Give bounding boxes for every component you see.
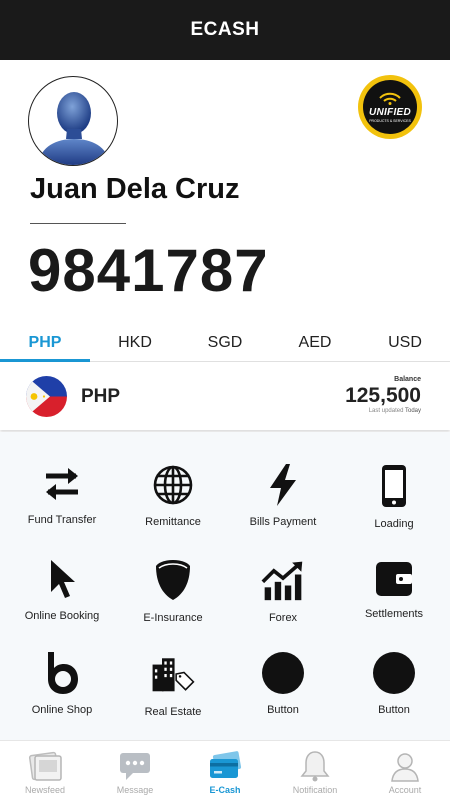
tile-label: Button <box>267 704 299 716</box>
wallet-icon <box>372 558 416 598</box>
shield-icon <box>151 558 195 602</box>
nav-message[interactable]: Message <box>90 741 180 800</box>
tile-label: Settlements <box>364 608 424 620</box>
nav-label: Notification <box>292 785 338 795</box>
message-bubble-icon <box>117 749 153 783</box>
bottom-navigation: Newsfeed Message E-Cash Notification Acc… <box>0 740 450 800</box>
name-divider <box>30 223 126 224</box>
user-name: Juan Dela Cruz <box>30 173 240 205</box>
nav-label: E-Cash <box>209 785 241 795</box>
generic-button-2[interactable]: Button <box>338 620 450 716</box>
transfer-arrows-icon <box>40 464 84 504</box>
nav-newsfeed[interactable]: Newsfeed <box>0 741 90 800</box>
app-screen: ECASH UNIFIED PRODUCTS & SERVICES Juan D… <box>0 0 450 800</box>
newsfeed-icon <box>27 749 63 783</box>
mobile-phone-icon <box>372 464 416 508</box>
profile-section: UNIFIED PRODUCTS & SERVICES Juan Dela Cr… <box>0 60 450 330</box>
circle-icon <box>372 652 416 694</box>
page-title: ECASH <box>190 19 260 40</box>
globe-icon <box>151 464 195 506</box>
wifi-icon <box>379 92 401 105</box>
online-booking-button[interactable]: Online Booking <box>6 526 118 622</box>
forex-button[interactable]: Forex <box>227 526 339 624</box>
balance-card[interactable]: PHP Balance 125,500 Last updated Today <box>0 362 450 430</box>
tab-aed[interactable]: AED <box>270 324 360 362</box>
circle-icon <box>261 652 305 694</box>
tile-label: Button <box>378 704 410 716</box>
fund-transfer-button[interactable]: Fund Transfer <box>6 432 118 526</box>
services-grid: Fund Transfer Remittance Bills Payment L… <box>0 432 450 740</box>
tab-label: SGD <box>207 334 243 351</box>
lightning-icon <box>261 464 305 506</box>
cursor-icon <box>40 558 84 600</box>
account-icon <box>387 749 423 783</box>
tab-hkd[interactable]: HKD <box>90 324 180 362</box>
bell-icon <box>297 749 333 783</box>
tile-label: Fund Transfer <box>27 514 97 526</box>
last-updated-value: Today <box>404 408 421 414</box>
tile-label: Online Shop <box>31 704 93 716</box>
nav-account[interactable]: Account <box>360 741 450 800</box>
philippines-flag-icon <box>26 376 67 417</box>
currency-tabs: PHP HKD SGD AED USD <box>0 324 450 362</box>
nav-label: Account <box>388 785 422 795</box>
real-estate-button[interactable]: Real Estate <box>117 620 229 718</box>
account-number: 9841787 <box>28 237 269 304</box>
logo-text: UNIFIED <box>368 107 412 118</box>
balance-value: 125,500 <box>345 384 421 407</box>
nav-label: Message <box>116 785 154 795</box>
tab-label: AED <box>298 334 332 351</box>
tile-label: Real Estate <box>144 706 202 718</box>
settlements-button[interactable]: Settlements <box>338 526 450 620</box>
building-tag-icon <box>151 652 195 696</box>
balance-currency: PHP <box>81 386 121 407</box>
top-bar: ECASH <box>0 0 450 60</box>
b-logo-icon <box>40 652 84 694</box>
growth-chart-icon <box>261 558 305 602</box>
e-insurance-button[interactable]: E-Insurance <box>117 526 229 624</box>
loading-button[interactable]: Loading <box>338 432 450 530</box>
bills-payment-button[interactable]: Bills Payment <box>227 432 339 528</box>
tab-label: USD <box>388 334 422 351</box>
unified-logo: UNIFIED PRODUCTS & SERVICES <box>358 75 422 139</box>
last-updated: Last updated Today <box>369 408 421 414</box>
nav-ecash[interactable]: E-Cash <box>180 741 270 800</box>
last-updated-label: Last updated <box>368 408 404 414</box>
logo-subtext: PRODUCTS & SERVICES <box>369 119 411 123</box>
credit-card-icon <box>207 749 243 783</box>
tab-label: PHP <box>28 334 62 351</box>
user-avatar-icon[interactable] <box>28 76 118 166</box>
nav-notification[interactable]: Notification <box>270 741 360 800</box>
generic-button-1[interactable]: Button <box>227 620 339 716</box>
tab-sgd[interactable]: SGD <box>180 324 270 362</box>
tab-usd[interactable]: USD <box>360 324 450 362</box>
tab-label: HKD <box>118 334 152 351</box>
nav-label: Newsfeed <box>24 785 66 795</box>
remittance-button[interactable]: Remittance <box>117 432 229 528</box>
online-shop-button[interactable]: Online Shop <box>6 620 118 716</box>
balance-label: Balance <box>394 376 421 383</box>
tab-php[interactable]: PHP <box>0 324 90 362</box>
